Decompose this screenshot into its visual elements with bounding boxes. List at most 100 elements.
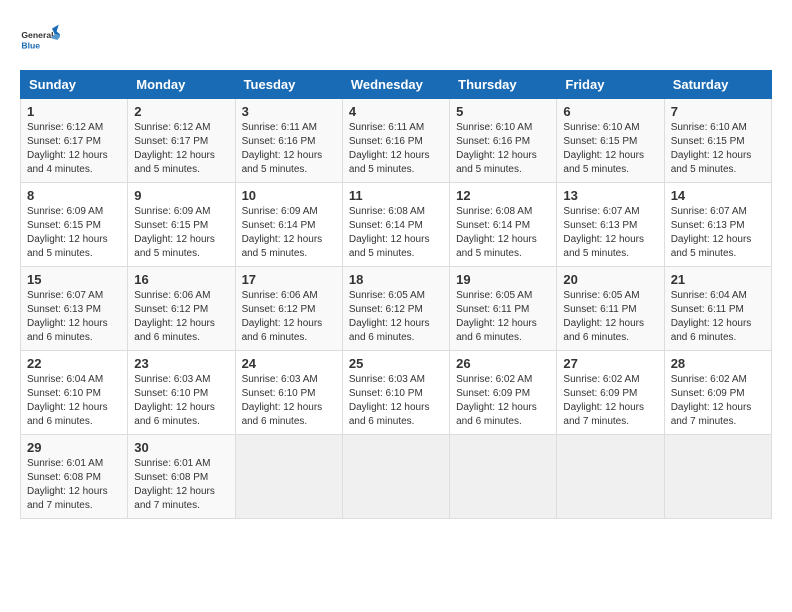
sunrise-text: Sunrise: 6:01 AM: [134, 458, 210, 469]
sunrise-text: Sunrise: 6:07 AM: [27, 290, 103, 301]
day-number: 30: [134, 440, 228, 455]
calendar-cell: 23 Sunrise: 6:03 AM Sunset: 6:10 PM Dayl…: [128, 351, 235, 435]
daylight-text: Daylight: 12 hours and 5 minutes.: [134, 150, 215, 175]
day-number: 1: [27, 104, 121, 119]
day-info: Sunrise: 6:02 AM Sunset: 6:09 PM Dayligh…: [563, 373, 657, 429]
day-number: 21: [671, 272, 765, 287]
sunset-text: Sunset: 6:16 PM: [349, 136, 423, 147]
day-number: 16: [134, 272, 228, 287]
sunrise-text: Sunrise: 6:10 AM: [563, 122, 639, 133]
day-info: Sunrise: 6:09 AM Sunset: 6:15 PM Dayligh…: [134, 205, 228, 261]
daylight-text: Daylight: 12 hours and 4 minutes.: [27, 150, 108, 175]
sunrise-text: Sunrise: 6:04 AM: [27, 374, 103, 385]
calendar-cell: 20 Sunrise: 6:05 AM Sunset: 6:11 PM Dayl…: [557, 267, 664, 351]
calendar-cell: 12 Sunrise: 6:08 AM Sunset: 6:14 PM Dayl…: [450, 183, 557, 267]
sunrise-text: Sunrise: 6:07 AM: [671, 206, 747, 217]
daylight-text: Daylight: 12 hours and 5 minutes.: [242, 150, 323, 175]
day-info: Sunrise: 6:06 AM Sunset: 6:12 PM Dayligh…: [242, 289, 336, 345]
calendar-cell: [664, 435, 771, 519]
sunset-text: Sunset: 6:12 PM: [349, 304, 423, 315]
sunrise-text: Sunrise: 6:11 AM: [242, 122, 317, 133]
col-header-monday: Monday: [128, 71, 235, 99]
sunrise-text: Sunrise: 6:05 AM: [349, 290, 425, 301]
calendar-cell: 10 Sunrise: 6:09 AM Sunset: 6:14 PM Dayl…: [235, 183, 342, 267]
sunrise-text: Sunrise: 6:09 AM: [27, 206, 103, 217]
calendar-header-row: SundayMondayTuesdayWednesdayThursdayFrid…: [21, 71, 772, 99]
day-info: Sunrise: 6:02 AM Sunset: 6:09 PM Dayligh…: [671, 373, 765, 429]
daylight-text: Daylight: 12 hours and 5 minutes.: [456, 234, 537, 259]
day-number: 13: [563, 188, 657, 203]
page-header: General Blue: [20, 20, 772, 60]
sunrise-text: Sunrise: 6:07 AM: [563, 206, 639, 217]
day-info: Sunrise: 6:12 AM Sunset: 6:17 PM Dayligh…: [27, 121, 121, 177]
calendar-cell: 17 Sunrise: 6:06 AM Sunset: 6:12 PM Dayl…: [235, 267, 342, 351]
day-info: Sunrise: 6:03 AM Sunset: 6:10 PM Dayligh…: [349, 373, 443, 429]
day-number: 26: [456, 356, 550, 371]
calendar-cell: 16 Sunrise: 6:06 AM Sunset: 6:12 PM Dayl…: [128, 267, 235, 351]
day-number: 2: [134, 104, 228, 119]
calendar-cell: 9 Sunrise: 6:09 AM Sunset: 6:15 PM Dayli…: [128, 183, 235, 267]
daylight-text: Daylight: 12 hours and 6 minutes.: [671, 318, 752, 343]
day-number: 17: [242, 272, 336, 287]
sunrise-text: Sunrise: 6:06 AM: [242, 290, 318, 301]
calendar-week-row: 8 Sunrise: 6:09 AM Sunset: 6:15 PM Dayli…: [21, 183, 772, 267]
calendar-week-row: 29 Sunrise: 6:01 AM Sunset: 6:08 PM Dayl…: [21, 435, 772, 519]
day-number: 20: [563, 272, 657, 287]
sunset-text: Sunset: 6:09 PM: [563, 388, 637, 399]
calendar-week-row: 15 Sunrise: 6:07 AM Sunset: 6:13 PM Dayl…: [21, 267, 772, 351]
day-number: 3: [242, 104, 336, 119]
calendar-cell: [450, 435, 557, 519]
day-info: Sunrise: 6:09 AM Sunset: 6:14 PM Dayligh…: [242, 205, 336, 261]
daylight-text: Daylight: 12 hours and 7 minutes.: [563, 402, 644, 427]
sunrise-text: Sunrise: 6:10 AM: [671, 122, 747, 133]
day-number: 12: [456, 188, 550, 203]
daylight-text: Daylight: 12 hours and 5 minutes.: [563, 234, 644, 259]
daylight-text: Daylight: 12 hours and 6 minutes.: [349, 318, 430, 343]
calendar-cell: 11 Sunrise: 6:08 AM Sunset: 6:14 PM Dayl…: [342, 183, 449, 267]
daylight-text: Daylight: 12 hours and 6 minutes.: [456, 402, 537, 427]
calendar-table: SundayMondayTuesdayWednesdayThursdayFrid…: [20, 70, 772, 519]
daylight-text: Daylight: 12 hours and 5 minutes.: [563, 150, 644, 175]
day-info: Sunrise: 6:08 AM Sunset: 6:14 PM Dayligh…: [456, 205, 550, 261]
sunrise-text: Sunrise: 6:12 AM: [27, 122, 103, 133]
sunrise-text: Sunrise: 6:05 AM: [563, 290, 639, 301]
day-info: Sunrise: 6:05 AM Sunset: 6:11 PM Dayligh…: [563, 289, 657, 345]
day-info: Sunrise: 6:04 AM Sunset: 6:11 PM Dayligh…: [671, 289, 765, 345]
sunset-text: Sunset: 6:16 PM: [242, 136, 316, 147]
sunrise-text: Sunrise: 6:02 AM: [563, 374, 639, 385]
calendar-cell: 14 Sunrise: 6:07 AM Sunset: 6:13 PM Dayl…: [664, 183, 771, 267]
sunset-text: Sunset: 6:15 PM: [671, 136, 745, 147]
generalblue-logo-icon: General Blue: [20, 20, 60, 60]
sunset-text: Sunset: 6:12 PM: [134, 304, 208, 315]
sunrise-text: Sunrise: 6:02 AM: [456, 374, 532, 385]
daylight-text: Daylight: 12 hours and 5 minutes.: [349, 150, 430, 175]
sunset-text: Sunset: 6:17 PM: [27, 136, 101, 147]
day-info: Sunrise: 6:07 AM Sunset: 6:13 PM Dayligh…: [27, 289, 121, 345]
day-info: Sunrise: 6:10 AM Sunset: 6:15 PM Dayligh…: [671, 121, 765, 177]
day-info: Sunrise: 6:12 AM Sunset: 6:17 PM Dayligh…: [134, 121, 228, 177]
sunset-text: Sunset: 6:15 PM: [134, 220, 208, 231]
svg-text:Blue: Blue: [21, 41, 40, 51]
day-number: 27: [563, 356, 657, 371]
calendar-cell: 1 Sunrise: 6:12 AM Sunset: 6:17 PM Dayli…: [21, 99, 128, 183]
sunrise-text: Sunrise: 6:12 AM: [134, 122, 210, 133]
daylight-text: Daylight: 12 hours and 5 minutes.: [349, 234, 430, 259]
day-info: Sunrise: 6:01 AM Sunset: 6:08 PM Dayligh…: [134, 457, 228, 513]
calendar-cell: 5 Sunrise: 6:10 AM Sunset: 6:16 PM Dayli…: [450, 99, 557, 183]
calendar-cell: 6 Sunrise: 6:10 AM Sunset: 6:15 PM Dayli…: [557, 99, 664, 183]
day-info: Sunrise: 6:11 AM Sunset: 6:16 PM Dayligh…: [242, 121, 336, 177]
calendar-cell: 22 Sunrise: 6:04 AM Sunset: 6:10 PM Dayl…: [21, 351, 128, 435]
daylight-text: Daylight: 12 hours and 6 minutes.: [563, 318, 644, 343]
sunrise-text: Sunrise: 6:10 AM: [456, 122, 532, 133]
calendar-cell: 24 Sunrise: 6:03 AM Sunset: 6:10 PM Dayl…: [235, 351, 342, 435]
day-number: 4: [349, 104, 443, 119]
daylight-text: Daylight: 12 hours and 7 minutes.: [671, 402, 752, 427]
day-info: Sunrise: 6:07 AM Sunset: 6:13 PM Dayligh…: [563, 205, 657, 261]
col-header-tuesday: Tuesday: [235, 71, 342, 99]
calendar-cell: 8 Sunrise: 6:09 AM Sunset: 6:15 PM Dayli…: [21, 183, 128, 267]
calendar-cell: 3 Sunrise: 6:11 AM Sunset: 6:16 PM Dayli…: [235, 99, 342, 183]
sunset-text: Sunset: 6:15 PM: [563, 136, 637, 147]
calendar-cell: 29 Sunrise: 6:01 AM Sunset: 6:08 PM Dayl…: [21, 435, 128, 519]
col-header-sunday: Sunday: [21, 71, 128, 99]
day-info: Sunrise: 6:05 AM Sunset: 6:11 PM Dayligh…: [456, 289, 550, 345]
